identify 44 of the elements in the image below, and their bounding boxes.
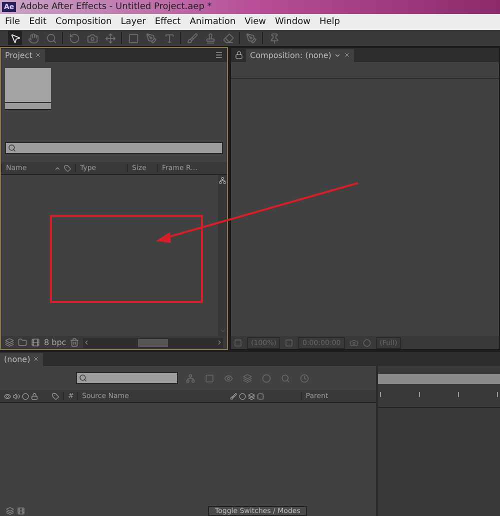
search-field[interactable] — [76, 372, 178, 384]
menu-item[interactable]: File — [5, 17, 20, 27]
menu-item[interactable]: Effect — [154, 17, 181, 27]
rectangle-tool-icon[interactable] — [126, 31, 140, 45]
scroll-bar[interactable] — [218, 175, 227, 336]
menu-item[interactable]: View — [244, 17, 266, 27]
selection-tool-icon[interactable] — [8, 31, 22, 45]
menu-item[interactable]: Edit — [29, 17, 46, 27]
menu-item[interactable]: Window — [274, 17, 310, 27]
video-switch-icon[interactable] — [4, 392, 11, 400]
window-title: Adobe After Effects - Untitled Project.aep * — [20, 2, 212, 12]
label-icon[interactable] — [64, 164, 71, 172]
trash-icon[interactable] — [70, 338, 80, 347]
lock-icon[interactable] — [235, 51, 243, 59]
panel-menu-icon[interactable] — [215, 51, 223, 59]
brush-tool-icon[interactable] — [185, 31, 199, 45]
close-icon[interactable] — [344, 52, 350, 58]
sort-icon[interactable] — [54, 164, 61, 172]
menu-item[interactable]: Layer — [120, 17, 146, 27]
search-icon — [79, 374, 87, 382]
rotate-tool-icon[interactable] — [67, 31, 81, 45]
menu-item[interactable]: Help — [319, 17, 340, 27]
zoom-tool-icon[interactable] — [44, 31, 58, 45]
folder-icon[interactable] — [18, 338, 27, 347]
audio-switch-icon[interactable] — [13, 392, 20, 400]
horizontal-scroll-bar[interactable] — [83, 338, 223, 348]
dropdown-icon[interactable] — [334, 52, 342, 58]
close-icon[interactable] — [33, 356, 40, 362]
move-tool-icon[interactable] — [103, 31, 117, 45]
bit-depth-label[interactable]: 8 bpc — [44, 338, 66, 347]
pen-tool-icon[interactable] — [144, 31, 158, 45]
timeline-tab[interactable]: (none) — [0, 352, 44, 366]
eraser-tool-icon[interactable] — [221, 31, 235, 45]
project-tab[interactable]: Project — [1, 48, 46, 62]
menu-item[interactable]: Composition — [56, 17, 112, 27]
snapshot-icon[interactable] — [350, 338, 358, 346]
search-field[interactable] — [5, 142, 223, 154]
composition-tab[interactable]: Composition: (none) — [246, 48, 354, 62]
close-icon[interactable] — [35, 52, 42, 58]
search-icon — [8, 144, 16, 152]
lock-switch-icon[interactable] — [31, 392, 38, 400]
label-icon[interactable] — [52, 392, 59, 400]
menu-item[interactable]: Animation — [190, 17, 236, 27]
thumbnail-placeholder — [5, 68, 51, 110]
